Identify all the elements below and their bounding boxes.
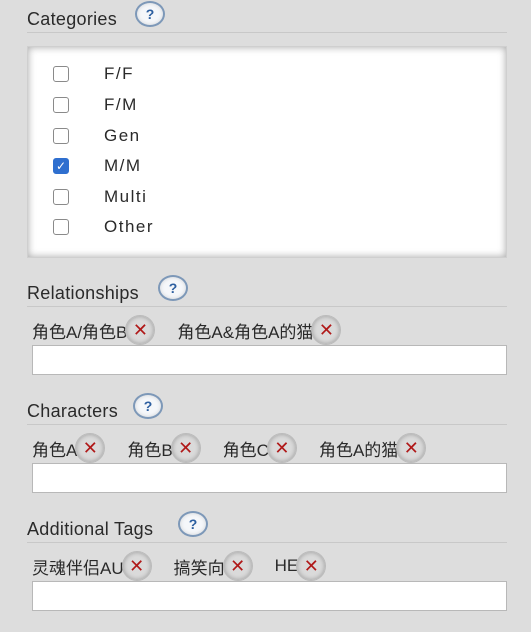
tag-label: HE — [274, 556, 299, 575]
tag-item: 角色C ✕ — [223, 433, 297, 463]
relationships-title: Relationships — [27, 283, 139, 303]
tag-item: 灵魂伴侣AU ✕ — [32, 551, 152, 581]
category-checkbox-ff[interactable] — [53, 66, 69, 82]
remove-tag-icon[interactable]: ✕ — [396, 433, 427, 463]
relationships-input[interactable] — [32, 345, 507, 375]
tag-label: 角色A — [32, 440, 78, 460]
category-checkbox-multi[interactable] — [53, 189, 69, 205]
remove-tag-icon[interactable]: ✕ — [170, 433, 201, 463]
tag-label: 角色B — [127, 440, 173, 460]
tag-label: 角色A/角色B — [32, 322, 128, 342]
category-label-mm[interactable]: M/M — [104, 156, 142, 176]
categories-checkbox-list: F/F F/M Gen ✓ M/M Multi Other — [27, 46, 507, 258]
categories-divider — [27, 32, 507, 33]
tag-item: 角色A ✕ — [32, 433, 106, 463]
categories-header: Categories ? — [27, 1, 507, 34]
category-label-ff[interactable]: F/F — [104, 64, 134, 84]
additional-tags-divider — [27, 542, 507, 543]
categories-title: Categories — [27, 9, 118, 29]
tag-item: 角色A的猫 ✕ — [318, 433, 427, 463]
tag-item: HE ✕ — [275, 551, 327, 581]
tag-item: 搞笑向 ✕ — [174, 551, 253, 581]
category-checkbox-fm[interactable] — [53, 97, 69, 113]
relationships-header: Relationships ? — [27, 275, 507, 308]
tag-item: 角色A/角色B ✕ — [32, 315, 156, 345]
remove-tag-icon[interactable]: ✕ — [75, 433, 106, 463]
category-label-fm[interactable]: F/M — [104, 95, 138, 115]
characters-section: Characters ? 角色A ✕ 角色B ✕ 角色C ✕ 角色A的猫 ✕ — [27, 393, 507, 501]
category-option-other[interactable]: Other — [53, 212, 153, 242]
category-option-multi[interactable]: Multi — [53, 182, 146, 212]
remove-tag-icon[interactable]: ✕ — [125, 315, 156, 345]
category-label-gen[interactable]: Gen — [104, 126, 141, 146]
additional-tags-input[interactable] — [32, 581, 507, 611]
remove-tag-icon[interactable]: ✕ — [266, 433, 297, 463]
category-option-mm[interactable]: ✓ M/M — [53, 151, 140, 181]
additional-tags-help-icon[interactable]: ? — [178, 511, 208, 537]
category-checkbox-gen[interactable] — [53, 128, 69, 144]
remove-tag-icon[interactable]: ✕ — [121, 551, 152, 581]
category-option-ff[interactable]: F/F — [53, 59, 133, 89]
remove-tag-icon[interactable]: ✕ — [311, 315, 342, 345]
relationships-divider — [27, 306, 507, 307]
characters-title: Characters — [27, 401, 119, 421]
characters-tag-list: 角色A ✕ 角色B ✕ 角色C ✕ 角色A的猫 ✕ — [32, 433, 507, 463]
tag-label: 角色A&角色A的猫 — [177, 322, 314, 342]
tag-item: 角色B ✕ — [127, 433, 201, 463]
category-option-gen[interactable]: Gen — [53, 121, 139, 151]
category-checkbox-mm[interactable]: ✓ — [53, 158, 69, 174]
category-label-multi[interactable]: Multi — [104, 187, 147, 207]
remove-tag-icon[interactable]: ✕ — [222, 551, 253, 581]
additional-tags-header: Additional Tags ? — [27, 511, 507, 544]
category-checkbox-other[interactable] — [53, 219, 69, 235]
additional-tags-title: Additional Tags — [27, 519, 154, 539]
additional-tags-tag-list: 灵魂伴侣AU ✕ 搞笑向 ✕ HE ✕ — [32, 551, 507, 581]
characters-input[interactable] — [32, 463, 507, 493]
category-label-other[interactable]: Other — [104, 217, 154, 237]
tag-label: 灵魂伴侣AU — [32, 558, 124, 578]
remove-tag-icon[interactable]: ✕ — [296, 551, 327, 581]
relationships-tag-list: 角色A/角色B ✕ 角色A&角色A的猫 ✕ — [32, 315, 507, 345]
characters-divider — [27, 424, 507, 425]
categories-section: Categories ? F/F F/M Gen ✓ M/M Multi Oth… — [27, 1, 507, 260]
tag-label: 角色A的猫 — [318, 440, 399, 460]
characters-header: Characters ? — [27, 393, 507, 426]
tag-label: 角色C — [222, 440, 269, 460]
categories-help-icon[interactable]: ? — [135, 1, 165, 27]
relationships-section: Relationships ? 角色A/角色B ✕ 角色A&角色A的猫 ✕ — [27, 275, 507, 383]
relationships-help-icon[interactable]: ? — [158, 275, 188, 301]
category-option-fm[interactable]: F/M — [53, 90, 136, 120]
tag-item: 角色A&角色A的猫 ✕ — [177, 315, 342, 345]
tag-label: 搞笑向 — [173, 558, 225, 578]
characters-help-icon[interactable]: ? — [133, 393, 163, 419]
additional-tags-section: Additional Tags ? 灵魂伴侣AU ✕ 搞笑向 ✕ HE ✕ — [27, 511, 507, 619]
